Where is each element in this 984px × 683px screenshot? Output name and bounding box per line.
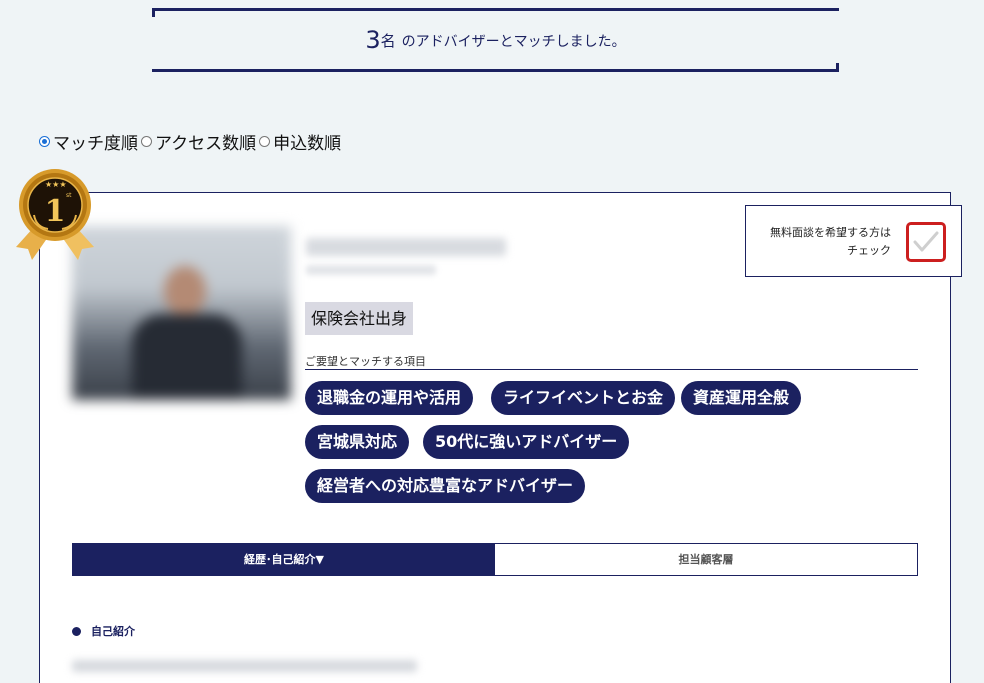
banner-bottom-rule [152, 69, 839, 72]
match-message: のアドバイザーとマッチしました。 [401, 34, 626, 50]
match-count-banner: 3名 のアドバイザーとマッチしました。 [152, 8, 839, 72]
advisor-name-blurred [306, 238, 506, 256]
tab-customer-base[interactable]: 担当顧客層 [495, 544, 917, 575]
match-count: 3 [365, 26, 381, 54]
match-count-unit: 名 [380, 32, 396, 50]
photo-head [164, 266, 206, 316]
consult-request-checkbox[interactable] [906, 222, 946, 262]
consult-request-label: 無料面談を希望する方は チェック [770, 224, 891, 260]
svg-text:★★★: ★★★ [45, 180, 67, 189]
sort-option-label: アクセス数順 [155, 134, 257, 154]
advisor-subtitle-blurred [306, 265, 436, 275]
match-items-label: ご要望とマッチする項目 [305, 353, 918, 370]
sort-options: マッチ度順 アクセス数順 申込数順 [38, 129, 343, 154]
match-item-chip: 宮城県対応 [305, 425, 410, 459]
match-item-chip: 経営者への対応豊富なアドバイザー [305, 469, 586, 503]
advisor-photo [72, 226, 291, 400]
sort-radio-applications[interactable] [259, 136, 271, 147]
sort-radio-match[interactable] [39, 136, 50, 147]
consult-label-line1: 無料面談を希望する方は [770, 226, 891, 239]
intro-heading: 自己紹介 [72, 623, 135, 639]
rank-badge-suffix: st [66, 192, 72, 199]
match-item-chip: 資産運用全般 [681, 381, 802, 415]
sort-radio-access[interactable] [141, 136, 152, 147]
sort-option-applications[interactable]: 申込数順 [258, 129, 341, 154]
photo-suit [132, 314, 242, 400]
rank-badge-icon: ★★★ 1 st [16, 169, 94, 260]
intro-heading-label: 自己紹介 [91, 625, 135, 638]
sort-option-label: 申込数順 [273, 134, 342, 154]
sort-option-access[interactable]: アクセス数順 [140, 129, 256, 154]
consult-request-box: 無料面談を希望する方は チェック [745, 205, 962, 277]
match-count-text: 3名 のアドバイザーとマッチしました。 [152, 26, 839, 54]
tab-career-intro[interactable]: 経歴･自己紹介▼ [73, 544, 495, 575]
banner-top-rule [152, 8, 839, 11]
intro-text-blurred [72, 660, 417, 672]
bullet-icon [72, 626, 81, 636]
profile-tabs: 経歴･自己紹介▼ 担当顧客層 [72, 543, 918, 576]
banner-bottom-tick [836, 63, 839, 72]
sort-option-match[interactable]: マッチ度順 [38, 129, 138, 154]
consult-label-line2: チェック [847, 244, 891, 257]
origin-tag: 保険会社出身 [305, 302, 414, 335]
match-item-chip: 50代に強いアドバイザー [423, 425, 630, 459]
rank-badge-number: 1 [45, 194, 66, 229]
check-mark-icon [913, 231, 939, 252]
sort-option-label: マッチ度順 [53, 134, 138, 154]
match-item-chip: 退職金の運用や活用 [305, 381, 474, 415]
match-item-chip: ライフイベントとお金 [491, 381, 676, 415]
banner-top-tick [152, 8, 155, 17]
